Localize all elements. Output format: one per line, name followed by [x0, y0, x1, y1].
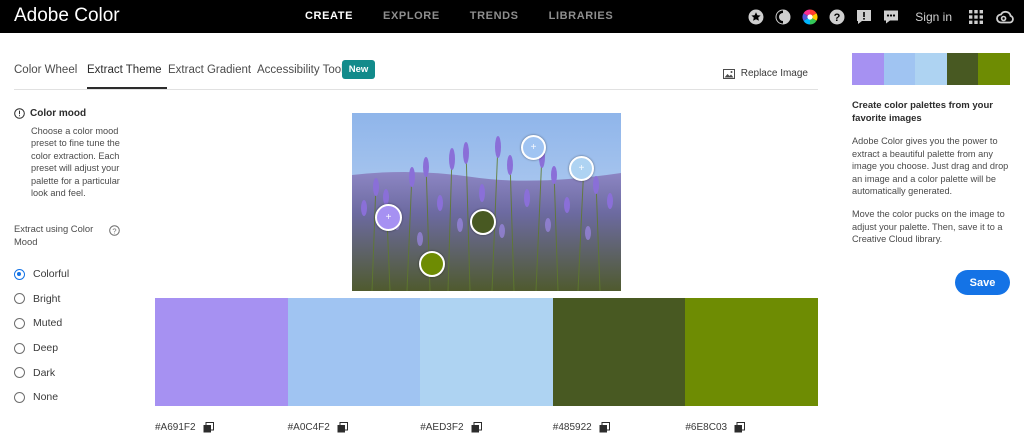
nav-explore[interactable]: EXPLORE [383, 10, 440, 22]
hex-cell-5: #6E8C03 [685, 422, 818, 433]
color-puck-5[interactable] [419, 251, 445, 277]
color-mood-title: Color mood [30, 108, 87, 119]
lavender-field-image [352, 113, 621, 291]
copy-icon[interactable] [203, 422, 214, 433]
puck-crosshair-icon: + [530, 141, 537, 153]
nav-create[interactable]: CREATE [305, 10, 353, 22]
mini-swatch-2 [883, 53, 916, 85]
star-icon[interactable] [748, 9, 764, 25]
tab-extract-theme[interactable]: Extract Theme [87, 64, 162, 76]
mood-radio-group: Colorful Bright Muted Deep Dark None [14, 262, 69, 410]
color-mood-heading: Color mood [14, 108, 134, 119]
hex-cell-1: #A691F2 [155, 422, 288, 433]
radio-button[interactable] [14, 367, 25, 379]
color-puck-2[interactable]: + [521, 135, 546, 160]
chat-icon[interactable] [883, 9, 899, 25]
color-puck-4[interactable] [470, 209, 496, 235]
info-paragraph-2: Move the color pucks on the image to adj… [852, 208, 1005, 245]
copy-icon[interactable] [337, 422, 348, 433]
mood-option-colorful[interactable]: Colorful [14, 262, 69, 287]
info-title: Create color palettes from your favorite… [852, 100, 993, 124]
color-wheel-icon[interactable] [802, 8, 818, 25]
mood-option-deep[interactable]: Deep [14, 336, 69, 361]
feedback-icon[interactable] [856, 9, 872, 25]
creative-cloud-icon[interactable] [996, 9, 1014, 25]
hex-value[interactable]: #485922 [553, 422, 592, 433]
hex-value[interactable]: #6E8C03 [685, 422, 727, 433]
hex-value[interactable]: #A691F2 [155, 422, 196, 433]
mood-label: None [33, 391, 59, 404]
help-circle-icon[interactable]: ? [109, 223, 120, 241]
mood-option-bright[interactable]: Bright [14, 287, 69, 312]
svg-text:?: ? [112, 226, 116, 235]
mini-swatch-3 [915, 53, 947, 85]
hex-cell-2: #A0C4F2 [288, 422, 421, 433]
radio-button[interactable] [14, 293, 25, 305]
apps-grid-icon[interactable] [968, 9, 984, 25]
swatch-2[interactable] [287, 298, 421, 406]
tab-color-wheel[interactable]: Color Wheel [14, 64, 77, 76]
mini-swatch-5 [978, 53, 1010, 85]
nav-trends[interactable]: TRENDS [470, 10, 519, 22]
info-icon [14, 108, 25, 119]
puck-crosshair-icon: + [385, 211, 392, 223]
nav-libraries[interactable]: LIBRARIES [549, 10, 614, 22]
new-badge: New [342, 60, 375, 79]
mini-swatch-1 [852, 53, 884, 85]
hex-cell-3: #AED3F2 [420, 422, 553, 433]
swatch-1[interactable] [155, 298, 288, 406]
replace-image-button[interactable]: Replace Image [722, 68, 808, 79]
info-paragraph-1: Adobe Color gives you the power to extra… [852, 136, 1009, 197]
replace-image-label: Replace Image [740, 68, 808, 79]
color-mood-description: Choose a color mood preset to fine tune … [31, 126, 120, 199]
mood-label: Dark [33, 366, 56, 379]
color-mood-panel: Color mood Choose a color mood preset to… [14, 108, 134, 403]
mood-option-none[interactable]: None [14, 385, 69, 410]
color-puck-3[interactable]: + [569, 156, 594, 181]
palette-swatches [155, 298, 818, 406]
color-puck-1[interactable]: + [375, 204, 402, 231]
copy-icon[interactable] [734, 422, 746, 433]
radio-button[interactable] [14, 342, 25, 354]
svg-text:?: ? [834, 12, 841, 24]
mood-label: Deep [33, 342, 59, 355]
image-icon [722, 68, 735, 79]
copy-icon[interactable] [471, 422, 482, 433]
mood-label: Colorful [33, 268, 70, 281]
top-bar: Adobe Color CREATE EXPLORE TRENDS LIBRAR… [0, 0, 1024, 33]
active-tab-indicator [87, 87, 167, 89]
tab-extract-gradient[interactable]: Extract Gradient [168, 64, 251, 76]
hex-values: #A691F2 #A0C4F2 #AED3F2 #485922 #6E8C03 [155, 422, 818, 433]
radio-button[interactable] [14, 391, 25, 403]
swatch-5[interactable] [685, 298, 818, 406]
save-button[interactable]: Save [955, 270, 1010, 295]
info-panel: Create color palettes from your favorite… [852, 53, 1010, 246]
copy-icon[interactable] [599, 422, 610, 433]
tab-accessibility-tools[interactable]: Accessibility Tools [257, 64, 349, 76]
sign-in-link[interactable]: Sign in [915, 10, 952, 24]
top-icons: ? Sign in [737, 0, 1024, 33]
radio-button[interactable] [14, 317, 25, 329]
app-title[interactable]: Adobe Color [14, 5, 120, 27]
mini-palette-preview [852, 53, 1010, 85]
hex-value[interactable]: #AED3F2 [420, 422, 463, 433]
extract-using-label: Extract using Color Mood [14, 223, 94, 247]
mood-label: Muted [33, 317, 63, 330]
swatch-3[interactable] [420, 298, 553, 406]
top-nav: CREATE EXPLORE TRENDS LIBRARIES [305, 10, 643, 22]
swatch-4[interactable] [552, 298, 686, 406]
mood-option-muted[interactable]: Muted [14, 311, 69, 336]
mini-swatch-4 [946, 53, 979, 85]
mood-option-dark[interactable]: Dark [14, 360, 69, 385]
mood-label: Bright [33, 292, 61, 305]
puck-crosshair-icon: + [578, 162, 585, 174]
tool-tabs: Color Wheel Extract Theme Extract Gradie… [14, 58, 818, 90]
source-image[interactable]: + + + [352, 113, 621, 291]
hex-value[interactable]: #A0C4F2 [288, 422, 330, 433]
radio-button[interactable] [14, 268, 25, 280]
hex-cell-4: #485922 [553, 422, 686, 433]
moon-icon[interactable] [775, 9, 791, 25]
help-icon[interactable]: ? [829, 9, 845, 25]
